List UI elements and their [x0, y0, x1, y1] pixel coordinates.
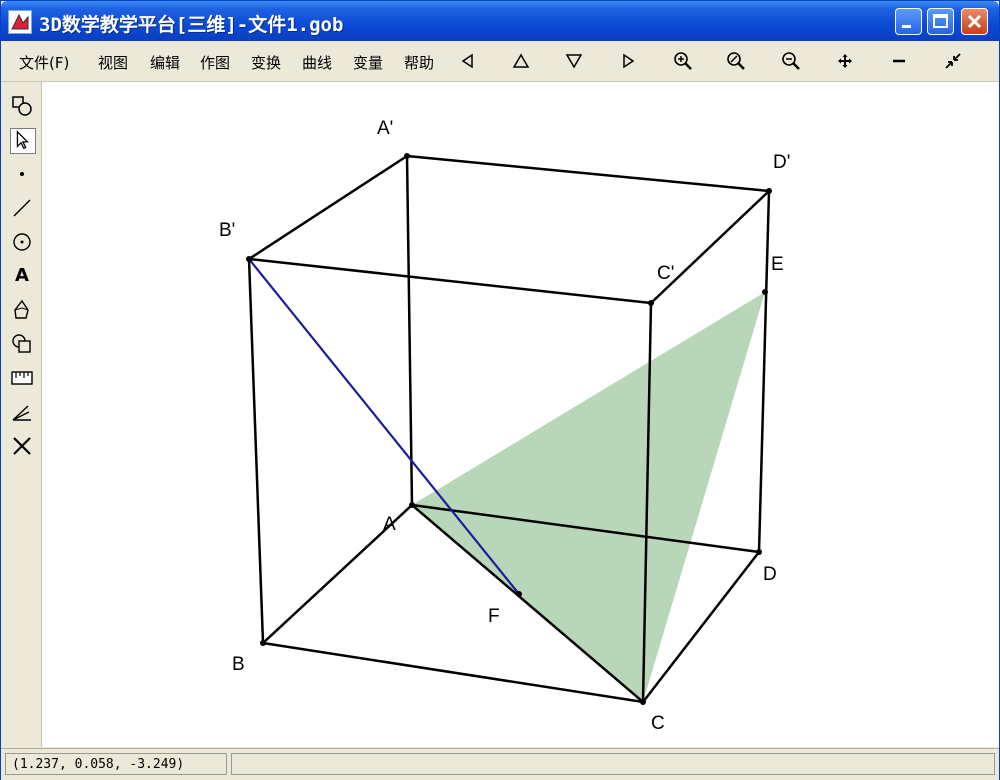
point-a[interactable] [409, 502, 415, 508]
triangle-down-icon[interactable] [563, 50, 585, 72]
label-d: D [763, 564, 777, 585]
text-tool-icon[interactable]: A [10, 264, 34, 288]
label-d1: D' [773, 152, 790, 173]
drawing-canvas[interactable]: A' D' B' C' E A D F B C [42, 82, 999, 747]
coordinate-readout: (1.237, 0.058, -3.249) [12, 757, 185, 772]
collapse-icon[interactable] [942, 50, 964, 72]
circle-tool-icon[interactable] [10, 230, 34, 254]
app-window: 3D数学教学平台[三维]-文件1.gob 文件(F) 视图 编辑 作图 变换 曲… [0, 0, 1000, 780]
status-pane-empty [231, 753, 995, 775]
menu-view[interactable]: 视图 [98, 52, 128, 73]
window-title: 3D数学教学平台[三维]-文件1.gob [39, 14, 344, 36]
minimize-icon [902, 25, 911, 28]
label-f: F [488, 606, 500, 627]
delete-tool-icon[interactable] [10, 434, 34, 458]
edge-c1-d1 [650, 190, 770, 304]
edge-a1-d1 [406, 154, 770, 193]
edge-d1-d [757, 190, 771, 553]
label-a1: A' [377, 118, 393, 139]
point-e[interactable] [762, 289, 768, 295]
zoom-out-icon[interactable] [780, 50, 802, 72]
close-icon [967, 14, 982, 29]
segment-b1-f [248, 258, 520, 595]
triangle-face-ace [412, 292, 765, 702]
label-a: A [383, 514, 396, 535]
point-c[interactable] [640, 699, 646, 705]
label-b1: B' [219, 220, 235, 241]
point-b1[interactable] [246, 256, 252, 262]
minus-icon[interactable] [888, 50, 910, 72]
menu-curve[interactable]: 曲线 [302, 52, 332, 73]
point-d[interactable] [756, 549, 762, 555]
measure-tool-icon[interactable] [10, 366, 34, 390]
pointer-tool-button[interactable] [10, 128, 36, 154]
triangle-left-icon[interactable] [457, 50, 479, 72]
solid-tool-icon[interactable] [10, 332, 34, 356]
point-f[interactable] [516, 591, 522, 597]
menu-transform[interactable]: 变换 [251, 52, 281, 73]
pointer-tool-icon [16, 130, 30, 150]
coordinate-pane: (1.237, 0.058, -3.249) [5, 753, 227, 775]
point-d1[interactable] [766, 188, 772, 194]
minimize-button[interactable] [895, 8, 922, 35]
label-b: B [232, 654, 245, 675]
edge-b1-b [247, 258, 265, 644]
edge-b1-a1 [248, 154, 408, 261]
zoom-rotate-icon[interactable] [725, 50, 747, 72]
tool-palette: A [1, 82, 42, 747]
zoom-in-icon[interactable] [672, 50, 694, 72]
point-tool-icon[interactable] [10, 162, 34, 186]
polygon-tool-icon[interactable] [10, 298, 34, 322]
status-bar: (1.237, 0.058, -3.249) [1, 748, 999, 780]
edge-b1-c1 [248, 257, 652, 305]
cube-figure: A' D' B' C' E A D F B C [219, 118, 790, 734]
move-icon[interactable] [834, 50, 856, 72]
point-a1[interactable] [404, 153, 410, 159]
label-c: C [651, 713, 665, 734]
label-e: E [771, 254, 784, 275]
menu-variable[interactable]: 变量 [353, 52, 383, 73]
menu-construct[interactable]: 作图 [200, 52, 230, 73]
point-b[interactable] [260, 640, 266, 646]
point-c1[interactable] [648, 300, 654, 306]
title-bar[interactable]: 3D数学教学平台[三维]-文件1.gob [1, 1, 999, 41]
menu-bar: 文件(F) 视图 编辑 作图 变换 曲线 变量 帮助 [1, 41, 999, 82]
shapes-tool-icon[interactable] [10, 94, 34, 118]
label-c1: C' [657, 263, 674, 284]
app-icon [8, 10, 32, 34]
maximize-button[interactable] [927, 8, 954, 35]
maximize-icon [933, 14, 948, 28]
angle-tool-icon[interactable] [10, 400, 34, 424]
menu-help[interactable]: 帮助 [404, 52, 434, 73]
menu-edit[interactable]: 编辑 [150, 52, 180, 73]
edge-a1-a [405, 155, 414, 506]
close-button[interactable] [961, 8, 988, 35]
line-tool-icon[interactable] [10, 196, 34, 220]
menu-file[interactable]: 文件(F) [19, 52, 69, 73]
triangle-up-icon[interactable] [510, 50, 532, 72]
triangle-right-icon[interactable] [617, 50, 639, 72]
